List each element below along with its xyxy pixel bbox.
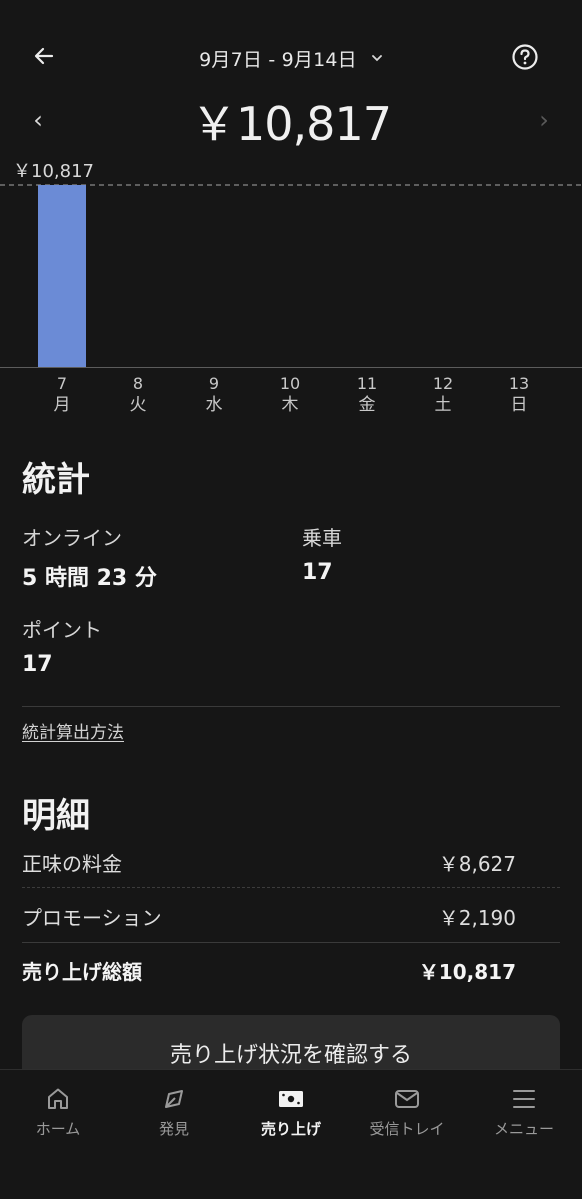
home-icon [43, 1084, 73, 1114]
rides-label: 乗車 [302, 526, 342, 550]
previous-week-button[interactable]: ‹ [24, 102, 52, 138]
total-earnings: ￥10,817 [191, 97, 392, 151]
day-column-8[interactable]: 8火 [108, 374, 168, 416]
nav-menu-label: メニュー [493, 1120, 554, 1138]
day-number-label: 13 [508, 374, 530, 393]
day-number-label: 12 [432, 374, 454, 393]
chart-bar-7[interactable] [38, 185, 86, 367]
day-number-label: 8 [132, 374, 144, 393]
earnings-icon [276, 1084, 306, 1114]
earnings-bar-chart [0, 184, 582, 368]
rides-value: 17 [302, 560, 333, 585]
stats-method-link[interactable]: 統計算出方法 [22, 718, 124, 743]
online-value: 5 時間 23 分 [22, 566, 157, 591]
nav-inbox[interactable]: 受信トレイ [352, 1084, 462, 1144]
weekday-label: 土 [434, 395, 452, 415]
nav-menu[interactable]: メニュー [469, 1084, 579, 1144]
earnings-chart: ￥10,817 7 月 8 火 9 水 10 木 11 金 12 土 13 日 [0, 150, 582, 425]
chevron-down-icon [371, 55, 382, 62]
stats-divider [22, 706, 560, 707]
weekday-label: 日 [510, 395, 528, 415]
day-number-label: 10 [279, 374, 301, 393]
gross-total-label: 売り上げ総額 [22, 960, 142, 984]
weekday-label: 木 [281, 395, 299, 415]
net-fare-label: 正味の料金 [22, 852, 122, 876]
points-value: 17 [22, 652, 53, 677]
online-label: オンライン [22, 526, 122, 550]
weekday-label: 月 [53, 395, 71, 415]
nav-home-label: ホーム [35, 1120, 81, 1138]
day-column-12[interactable]: 12 土 [413, 374, 473, 416]
date-range-selector[interactable]: 9月7日 - 9月14日 [150, 42, 432, 74]
header: 9月7日 - 9月14日 ‹ ￥10,817 › [0, 0, 582, 160]
help-button[interactable] [508, 40, 542, 74]
day-number-label: 9 [208, 374, 220, 393]
reference-line-label: ￥10,817 [13, 161, 94, 182]
day-column-13[interactable]: 13 日 [489, 374, 549, 416]
weekday-label: 金 [358, 395, 376, 415]
net-fare-value: ￥8,627 [438, 852, 516, 876]
nav-discover-label: 発見 [158, 1120, 189, 1138]
promotion-label: プロモーション [22, 906, 162, 930]
day-column-9[interactable]: 9水 [184, 374, 244, 416]
nav-home[interactable]: ホーム [3, 1084, 113, 1144]
day-number-label: 7 [56, 374, 68, 393]
next-week-button[interactable]: › [530, 102, 558, 138]
details-title: 明細 [22, 796, 90, 836]
day-column-7[interactable]: 7月 [32, 374, 92, 416]
nav-earnings-label: 売り上げ [260, 1120, 321, 1138]
weekday-label: 水 [205, 395, 223, 415]
stats-title: 統計 [22, 460, 90, 500]
weekday-label: 火 [129, 395, 147, 415]
details-dashed-divider [22, 887, 560, 888]
points-label: ポイント [22, 618, 102, 642]
details-divider [22, 942, 560, 943]
bottom-navigation: ホーム 発見 売り上げ 受信トレイ メニュー [0, 1069, 582, 1199]
menu-icon [509, 1084, 539, 1114]
promotion-value: ￥2,190 [438, 906, 516, 930]
nav-earnings[interactable]: 売り上げ [236, 1084, 346, 1144]
inbox-icon [392, 1084, 422, 1114]
day-column-10[interactable]: 10 木 [260, 374, 320, 416]
discover-icon [159, 1084, 189, 1114]
nav-inbox-label: 受信トレイ [369, 1120, 445, 1138]
arrow-left-icon [34, 47, 54, 65]
day-column-11[interactable]: 11 金 [337, 374, 397, 416]
day-number-label: 11 [356, 374, 378, 393]
nav-discover[interactable]: 発見 [119, 1084, 229, 1144]
gross-total-value: ￥10,817 [418, 960, 516, 984]
question-circle-icon [512, 44, 538, 70]
back-button[interactable] [26, 38, 62, 74]
date-range-label: 9月7日 - 9月14日 [199, 48, 357, 71]
